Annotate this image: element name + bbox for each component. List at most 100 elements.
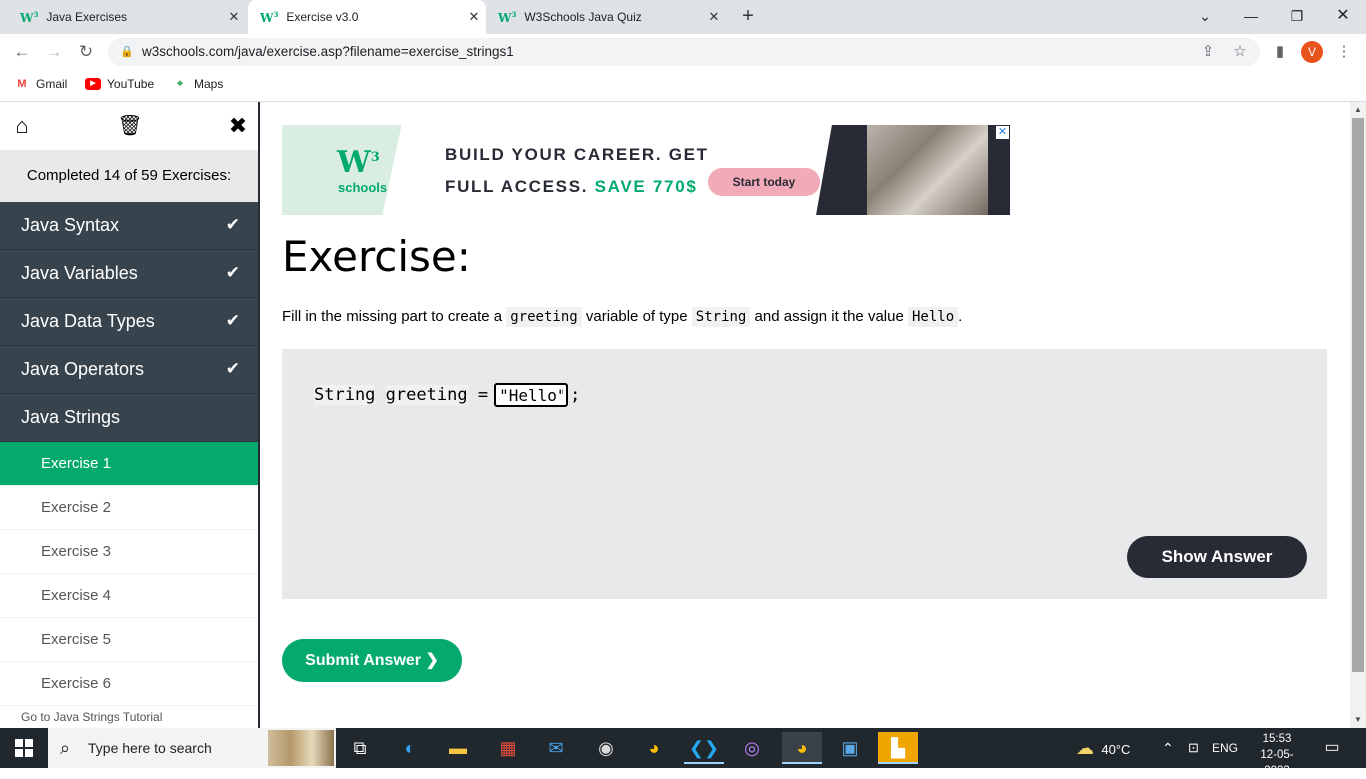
edge-icon[interactable]: ◐ — [390, 732, 430, 764]
exercise-item-3[interactable]: Exercise 3 — [0, 530, 258, 574]
answer-input[interactable] — [494, 383, 569, 407]
exercise-item-6[interactable]: Exercise 6 — [0, 662, 258, 706]
checkmark-icon: ✔ — [225, 215, 240, 234]
restore-icon[interactable]: ❐ — [1274, 0, 1320, 32]
tray-chevron-icon[interactable]: ⌃ — [1162, 728, 1174, 768]
close-tab-icon[interactable]: ✕ — [702, 9, 726, 25]
chrome-active-icon[interactable]: ◕ — [782, 732, 822, 764]
bookmarks-bar: M Gmail ▶ YouTube ⌖ Maps — [0, 70, 1366, 102]
inline-code: Hello — [907, 307, 959, 327]
close-tab-icon[interactable]: ✕ — [222, 9, 246, 25]
exercise-item-4[interactable]: Exercise 4 — [0, 574, 258, 618]
checkmark-icon: ✔ — [225, 359, 240, 378]
weather-temp: 40°C — [1101, 742, 1131, 757]
ad-banner[interactable]: W3 schools BUILD YOUR CAREER. GET FULL A… — [282, 125, 1010, 215]
exercise-item-1[interactable]: Exercise 1 — [0, 442, 258, 486]
show-answer-button[interactable]: Show Answer — [1127, 536, 1307, 578]
topic-java-operators[interactable]: Java Operators ✔ — [0, 346, 258, 394]
address-bar[interactable]: 🔒 w3schools.com/java/exercise.asp?filena… — [108, 38, 1260, 66]
share-icon[interactable]: ⇪ — [1196, 40, 1220, 64]
tab-java-quiz[interactable]: W3 W3Schools Java Quiz ✕ — [486, 0, 726, 34]
code-token: String — [314, 385, 376, 405]
lock-icon: 🔒 — [120, 46, 134, 58]
topic-label: Java Variables — [21, 263, 138, 283]
close-window-icon[interactable]: ✕ — [1320, 0, 1366, 32]
back-arrow-icon[interactable]: ← — [10, 40, 34, 64]
topic-java-variables[interactable]: Java Variables ✔ — [0, 250, 258, 298]
close-icon[interactable]: ✖ — [224, 112, 252, 140]
new-tab-button[interactable]: + — [736, 4, 760, 28]
exercise-sidebar: ⌂ 🗑 ✖ Completed 14 of 59 Exercises: Java… — [0, 102, 260, 728]
topic-java-syntax[interactable]: Java Syntax ✔ — [0, 202, 258, 250]
topic-java-data-types[interactable]: Java Data Types ✔ — [0, 298, 258, 346]
home-icon[interactable]: ⌂ — [8, 112, 36, 140]
ad-start-today-button[interactable]: Start today — [708, 168, 820, 196]
file-manager-icon[interactable]: ▙ — [878, 732, 918, 764]
submit-answer-button[interactable]: Submit Answer ❯ — [282, 639, 462, 682]
topic-label: Java Strings — [21, 407, 121, 427]
language-indicator[interactable]: ENG — [1212, 728, 1238, 768]
topic-java-strings[interactable]: Java Strings — [0, 394, 258, 442]
tab-title: Java Exercises — [46, 10, 128, 24]
reload-icon[interactable]: ↻ — [74, 40, 98, 64]
clock[interactable]: 15:53 12-05-2023 — [1250, 731, 1304, 779]
tab-search-chevron-icon[interactable]: ⌄ — [1182, 0, 1228, 32]
page-scrollbar[interactable]: ▲ ▼ — [1350, 102, 1366, 728]
start-button[interactable] — [0, 728, 48, 768]
w3schools-favicon-icon: W3 — [498, 9, 517, 25]
bookmark-star-icon[interactable]: ☆ — [1228, 40, 1252, 64]
side-panel-icon[interactable]: ▮ — [1268, 40, 1292, 64]
bookmark-gmail[interactable]: M Gmail — [14, 77, 67, 91]
exercise-item-2[interactable]: Exercise 2 — [0, 486, 258, 530]
minimize-icon[interactable]: — — [1228, 0, 1274, 32]
photos-icon[interactable]: ▣ — [830, 732, 870, 764]
w3schools-favicon-icon: W3 — [20, 9, 39, 25]
bookmark-label: Gmail — [36, 77, 68, 91]
weather-cloud-icon: ☁ — [1076, 738, 1094, 758]
github-desktop-icon[interactable]: ◎ — [732, 732, 772, 764]
device-icon[interactable]: ⊡ — [1188, 728, 1199, 768]
w3schools-favicon-icon: W3 — [260, 9, 279, 25]
exercise-description: Fill in the missing part to create a gre… — [282, 307, 963, 327]
profile-avatar[interactable]: V — [1301, 41, 1323, 63]
code-editor-area: String greeting = ; Show Answer — [282, 349, 1327, 599]
windows-taskbar: ⌕ Type here to search ⧉ ◐ ▬ ▦ ✉ ◉ ◕ ❮❯ ◎… — [0, 728, 1366, 777]
exercise-title: Exercise: — [282, 232, 471, 281]
clock-date: 12-05-2023 — [1260, 749, 1294, 777]
ad-close-icon[interactable]: ✕ — [996, 126, 1009, 139]
close-tab-icon[interactable]: ✕ — [462, 9, 486, 25]
menu-dots-icon[interactable]: ⋮ — [1332, 40, 1356, 64]
notification-icon[interactable]: ▭ — [1320, 736, 1344, 760]
tutorial-link[interactable]: Go to Java Strings Tutorial — [0, 706, 258, 728]
checkmark-icon: ✔ — [225, 311, 240, 330]
ad-headline-2: FULL ACCESS. SAVE 770$ — [445, 177, 698, 196]
weather-widget[interactable]: ☁ 40°C — [1076, 728, 1130, 768]
bookmark-maps[interactable]: ⌖ Maps — [172, 77, 223, 91]
bookmark-label: YouTube — [107, 77, 155, 91]
checkmark-icon: ✔ — [225, 263, 240, 282]
mail-icon[interactable]: ✉ — [536, 732, 576, 764]
chrome-icon[interactable]: ◕ — [634, 732, 674, 764]
media-app-icon[interactable]: ◉ — [586, 732, 626, 764]
tab-java-exercises[interactable]: W3 Java Exercises ✕ — [0, 0, 246, 34]
ad-photo-image — [867, 125, 992, 215]
windows-logo-icon — [15, 739, 33, 757]
code-line: String greeting = ; — [314, 383, 580, 407]
bookmark-label: Maps — [194, 77, 224, 91]
store-icon[interactable]: ▦ — [488, 732, 528, 764]
browser-tab-bar: W3 Java Exercises ✕ W3 Exercise v3.0 ✕ W… — [0, 0, 1366, 34]
trash-icon[interactable]: 🗑 — [116, 112, 144, 140]
search-placeholder: Type here to search — [88, 740, 212, 756]
bookmark-youtube[interactable]: ▶ YouTube — [85, 77, 154, 91]
vscode-icon[interactable]: ❮❯ — [684, 732, 724, 764]
inline-code: greeting — [506, 307, 582, 327]
w3schools-logo: W3 — [337, 145, 380, 180]
scroll-thumb[interactable] — [1352, 118, 1364, 672]
forward-arrow-icon[interactable]: → — [42, 40, 66, 64]
exercise-item-5[interactable]: Exercise 5 — [0, 618, 258, 662]
task-view-icon[interactable]: ⧉ — [340, 732, 380, 764]
scroll-down-icon[interactable]: ▼ — [1350, 712, 1366, 728]
scroll-up-icon[interactable]: ▲ — [1350, 102, 1366, 118]
file-explorer-icon[interactable]: ▬ — [438, 732, 478, 764]
tab-exercise-v3[interactable]: W3 Exercise v3.0 ✕ — [248, 0, 486, 34]
